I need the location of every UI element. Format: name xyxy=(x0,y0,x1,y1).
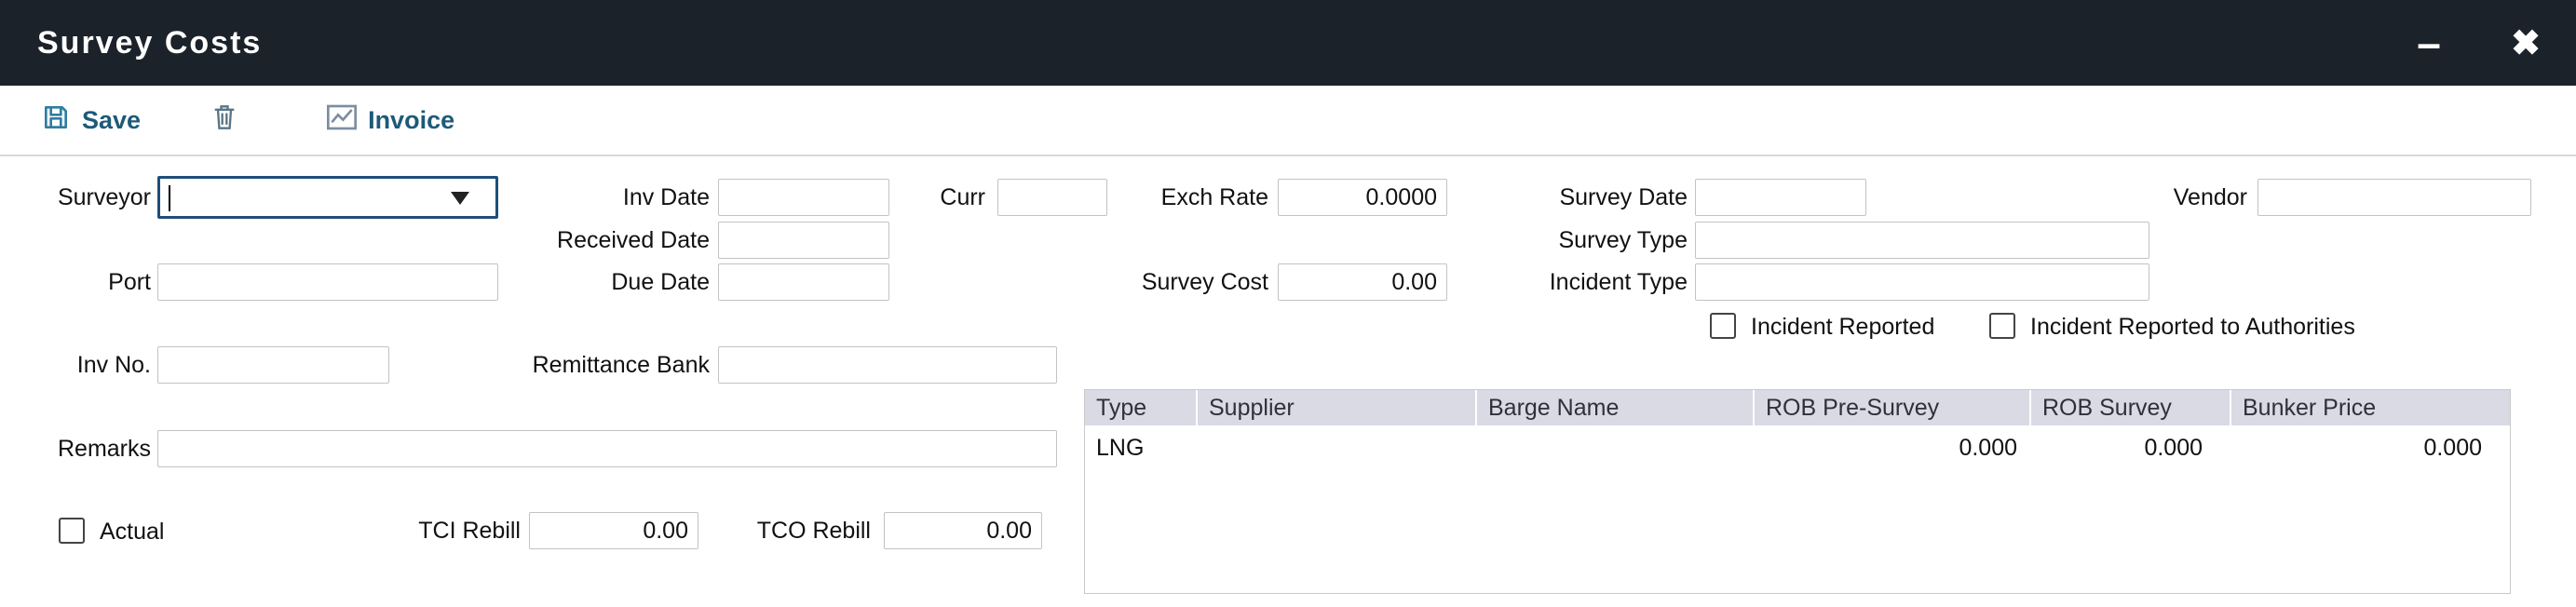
incident-reported-authorities-label: Incident Reported to Authorities xyxy=(2030,311,2355,343)
cell-rob-pre-survey: 0.000 xyxy=(1755,433,2017,463)
trash-icon xyxy=(211,102,237,139)
column-header-type[interactable]: Type xyxy=(1085,390,1198,425)
exch-rate-input[interactable] xyxy=(1278,179,1447,216)
port-input[interactable] xyxy=(157,263,498,301)
received-date-label: Received Date xyxy=(466,222,710,259)
tco-rebill-label: TCO Rebill xyxy=(680,512,871,549)
column-header-supplier[interactable]: Supplier xyxy=(1198,390,1477,425)
curr-label: Curr xyxy=(838,179,985,216)
save-button[interactable]: Save xyxy=(41,102,141,139)
column-header-bunker-price[interactable]: Bunker Price xyxy=(2231,390,2510,425)
incident-reported-label: Incident Reported xyxy=(1751,311,1934,343)
floppy-disk-icon xyxy=(41,102,71,139)
due-date-input[interactable] xyxy=(718,263,889,301)
actual-checkbox[interactable] xyxy=(59,518,85,544)
due-date-label: Due Date xyxy=(466,263,710,301)
close-button[interactable]: ✖ xyxy=(2488,0,2563,86)
received-date-input[interactable] xyxy=(718,222,889,259)
save-label: Save xyxy=(82,106,141,135)
cell-rob-survey: 0.000 xyxy=(2031,433,2203,463)
survey-cost-label: Survey Cost xyxy=(1071,263,1268,301)
survey-date-label: Survey Date xyxy=(1462,179,1688,216)
tci-rebill-label: TCI Rebill xyxy=(326,512,521,549)
port-label: Port xyxy=(28,263,151,301)
remarks-label: Remarks xyxy=(28,430,151,467)
survey-type-label: Survey Type xyxy=(1462,222,1688,259)
column-header-rob-pre-survey[interactable]: ROB Pre-Survey xyxy=(1755,390,2031,425)
survey-cost-input[interactable] xyxy=(1278,263,1447,301)
survey-type-input[interactable] xyxy=(1695,222,2149,259)
inv-no-input[interactable] xyxy=(157,346,389,384)
bunker-survey-table: Type Supplier Barge Name ROB Pre-Survey … xyxy=(1084,389,2511,594)
survey-costs-window: Survey Costs – ✖ Save Invoice Surveyor I… xyxy=(0,0,2576,607)
surveyor-combobox[interactable] xyxy=(157,176,498,219)
tco-rebill-input[interactable] xyxy=(884,512,1042,549)
minimize-button[interactable]: – xyxy=(2392,0,2466,86)
remarks-input[interactable] xyxy=(157,430,1057,467)
tci-rebill-input[interactable] xyxy=(529,512,698,549)
cell-type: LNG xyxy=(1096,433,1144,463)
title-bar: Survey Costs – ✖ xyxy=(0,0,2576,86)
minimize-icon: – xyxy=(2417,18,2441,68)
incident-type-input[interactable] xyxy=(1695,263,2149,301)
inv-date-label: Inv Date xyxy=(466,179,710,216)
survey-date-input[interactable] xyxy=(1695,179,1866,216)
toolbar: Save Invoice xyxy=(0,86,2576,156)
incident-reported-authorities-checkbox[interactable] xyxy=(1989,313,2015,339)
remittance-bank-label: Remittance Bank xyxy=(466,346,710,384)
window-title: Survey Costs xyxy=(37,25,262,61)
incident-reported-checkbox[interactable] xyxy=(1710,313,1736,339)
incident-type-label: Incident Type xyxy=(1462,263,1688,301)
cell-bunker-price: 0.000 xyxy=(2231,433,2482,463)
column-header-rob-survey[interactable]: ROB Survey xyxy=(2031,390,2231,425)
surveyor-label: Surveyor xyxy=(28,179,151,216)
close-icon: ✖ xyxy=(2511,22,2541,64)
actual-label: Actual xyxy=(100,516,164,547)
column-header-barge-name[interactable]: Barge Name xyxy=(1477,390,1755,425)
exch-rate-label: Exch Rate xyxy=(1071,179,1268,216)
text-caret xyxy=(169,185,170,211)
chart-icon xyxy=(327,104,357,137)
remittance-bank-input[interactable] xyxy=(718,346,1057,384)
delete-button[interactable] xyxy=(211,102,237,139)
invoice-label: Invoice xyxy=(368,106,454,135)
vendor-label: Vendor xyxy=(2095,179,2247,216)
invoice-button[interactable]: Invoice xyxy=(327,104,454,137)
inv-no-label: Inv No. xyxy=(28,346,151,384)
vendor-input[interactable] xyxy=(2257,179,2531,216)
